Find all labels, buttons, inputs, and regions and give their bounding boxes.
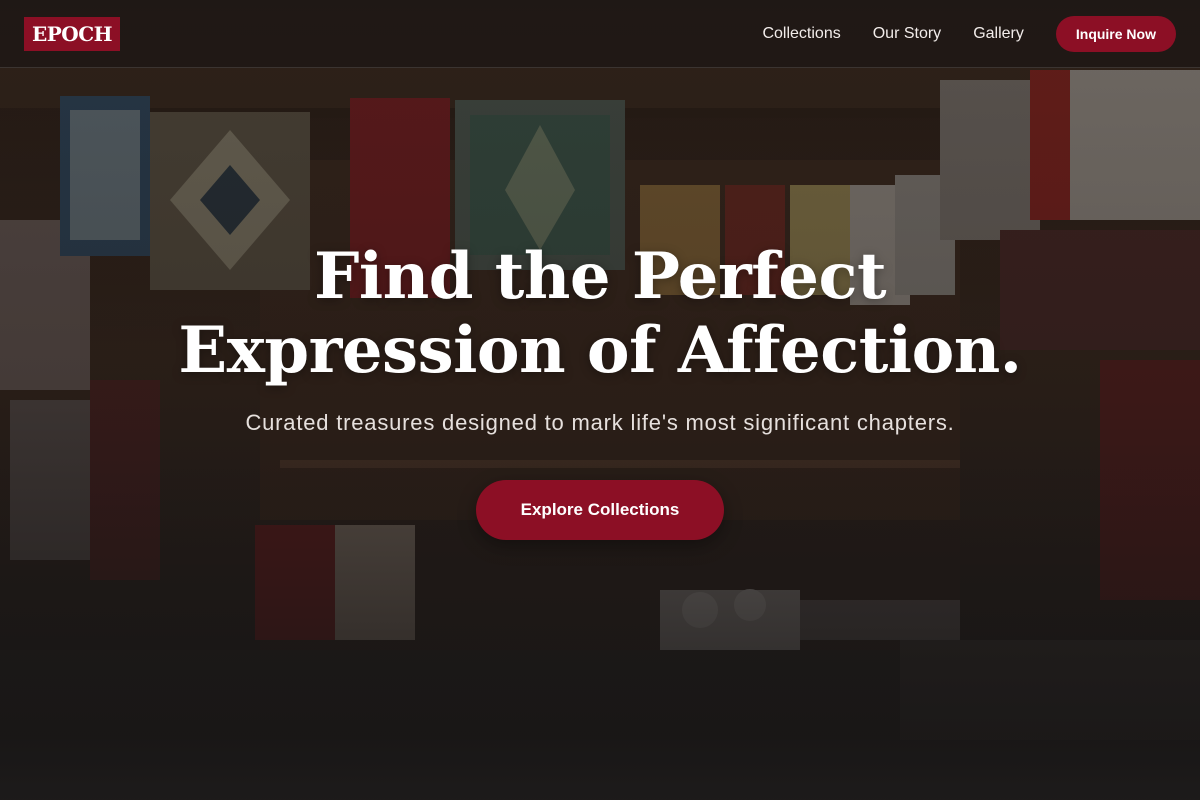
brand-logo[interactable]: EPOCH <box>24 16 121 51</box>
hero-section: Find the Perfect Expression of Affection… <box>0 240 1200 540</box>
main-nav: Collections Our Story Gallery Inquire No… <box>762 15 1176 52</box>
nav-link-collections[interactable]: Collections <box>762 25 840 43</box>
inquire-now-button[interactable]: Inquire Now <box>1055 15 1176 52</box>
hero-title: Find the Perfect Expression of Affection… <box>0 240 1200 388</box>
hero-subtitle: Curated treasures designed to mark life'… <box>245 410 955 435</box>
explore-collections-button[interactable]: Explore Collections <box>476 480 724 540</box>
hero-title-line-1: Find the Perfect <box>313 239 887 314</box>
nav-link-gallery[interactable]: Gallery <box>973 25 1024 43</box>
nav-link-our-story[interactable]: Our Story <box>873 25 941 43</box>
hero-title-line-2: Expression of Affection. <box>178 313 1022 388</box>
site-header: EPOCH Collections Our Story Gallery Inqu… <box>0 0 1200 68</box>
